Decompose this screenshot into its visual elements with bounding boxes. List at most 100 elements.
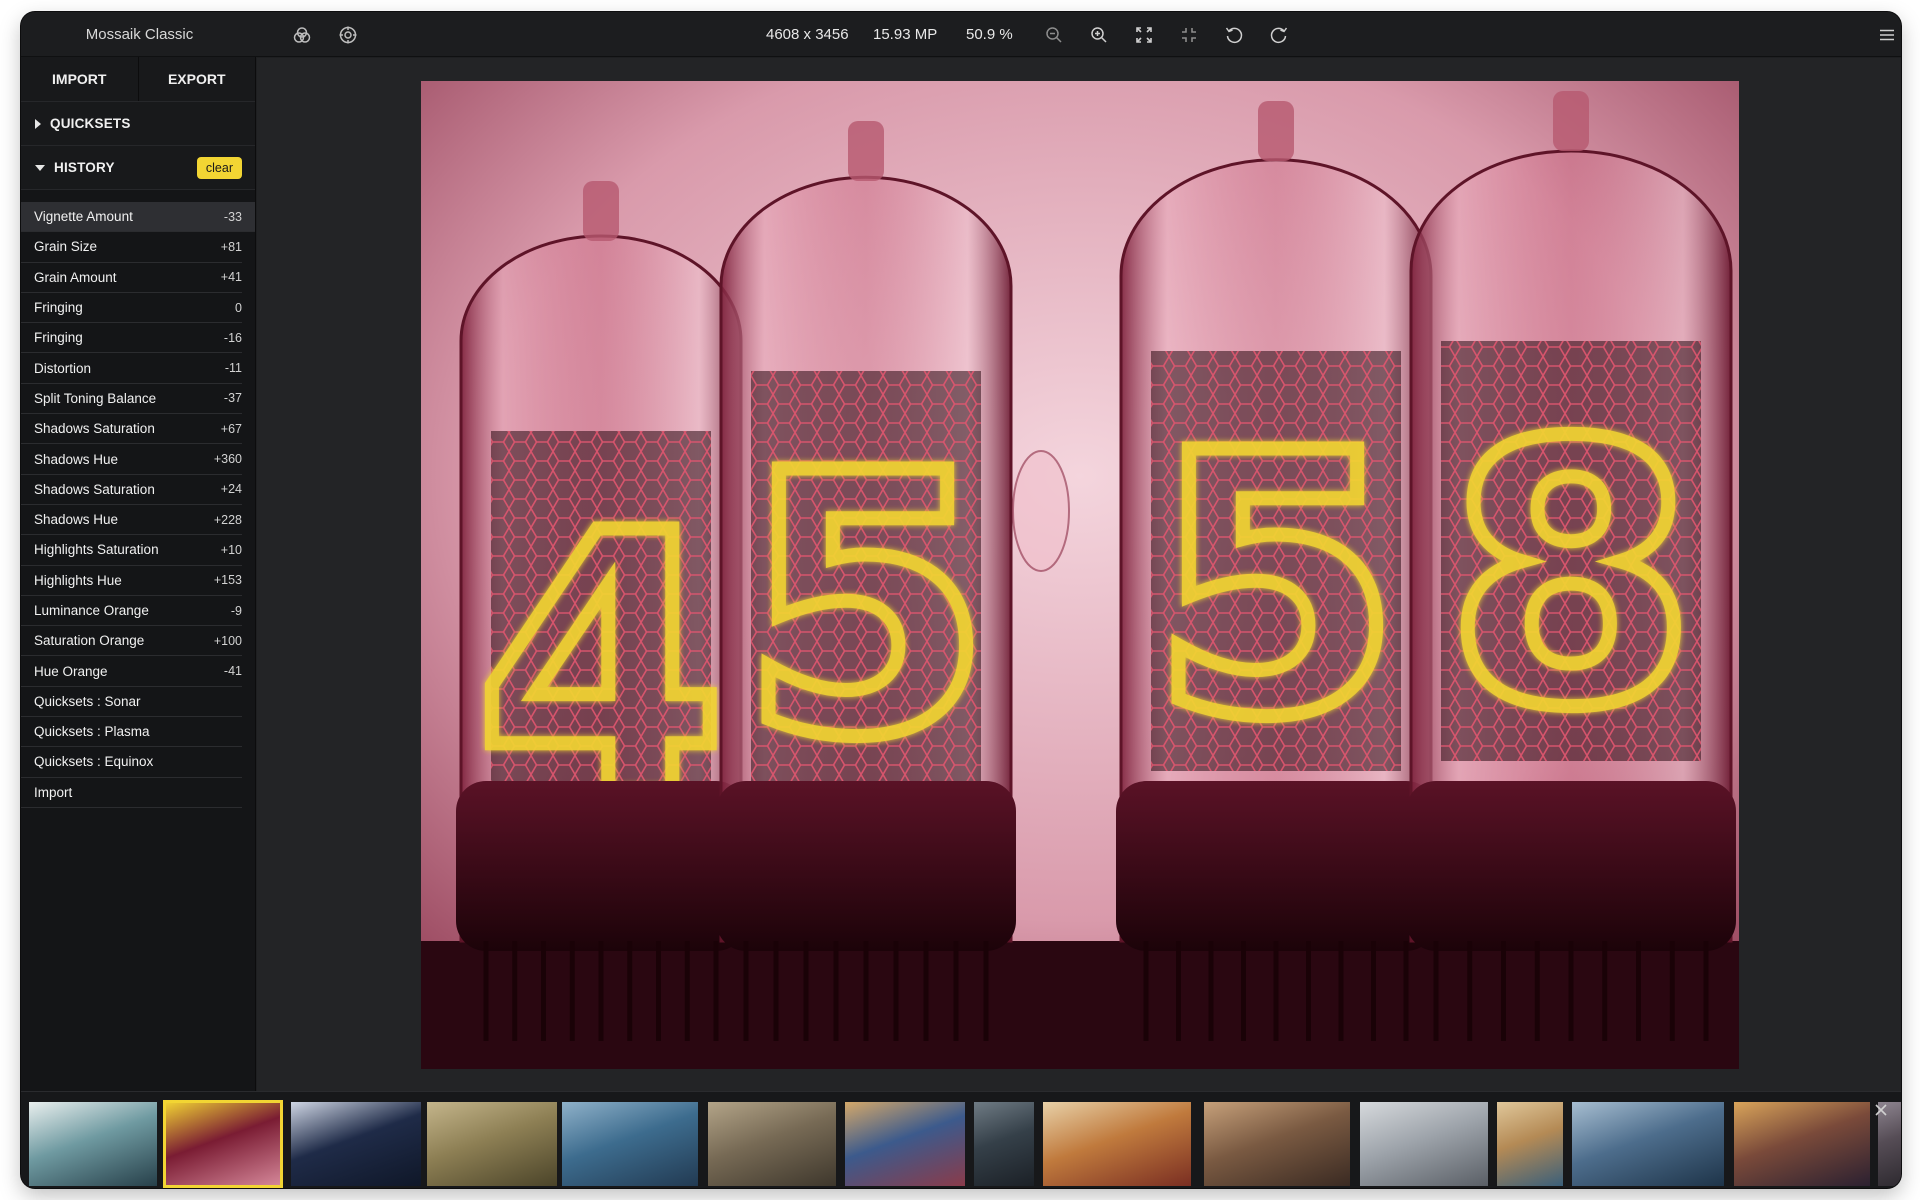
matryoshka-thumb[interactable] <box>1043 1102 1191 1186</box>
street-art-thumb[interactable] <box>845 1102 965 1186</box>
history-item-name: Shadows Saturation <box>34 421 155 437</box>
history-item[interactable]: Quicksets : Plasma <box>21 717 242 748</box>
filmstrip <box>21 1091 1901 1188</box>
history-item[interactable]: Shadows Hue +360 <box>21 444 242 475</box>
history-item-name: Shadows Saturation <box>34 481 155 497</box>
history-item-name: Grain Amount <box>34 269 117 285</box>
history-item-name: Vignette Amount <box>34 209 133 225</box>
history-item-name: Distortion <box>34 360 92 376</box>
history-item-name: Highlights Saturation <box>34 542 159 558</box>
ocean-wave-thumb[interactable] <box>29 1102 157 1186</box>
history-item-name: Split Toning Balance <box>34 390 157 406</box>
app-window: Mossaik Classic 4608 x 3456 15.93 MP 50.… <box>21 12 1901 1188</box>
menu-icon[interactable] <box>1875 23 1899 47</box>
nixie-tube: 5 <box>1116 101 1436 1041</box>
target-icon[interactable] <box>336 23 360 47</box>
nixie-tubes-image: 4558 <box>421 81 1739 1069</box>
zoom-out-icon[interactable] <box>1042 23 1066 47</box>
history-item[interactable]: Vignette Amount -33 <box>21 202 255 233</box>
history-item[interactable]: Import <box>21 778 242 808</box>
bare-tree-thumb[interactable] <box>1360 1102 1488 1186</box>
tab-export[interactable]: EXPORT <box>137 57 255 101</box>
history-item-value: +67 <box>220 421 242 436</box>
history-item-value: -11 <box>224 361 242 376</box>
history-item-name: Luminance Orange <box>34 603 149 618</box>
history-item[interactable]: Quicksets : Sonar <box>21 687 242 718</box>
cathedral-thumb[interactable] <box>1734 1102 1870 1186</box>
blue-house-thumb[interactable] <box>562 1102 698 1186</box>
history-item[interactable]: Highlights Hue +153 <box>21 566 242 596</box>
history-item[interactable]: Hue Orange -41 <box>21 656 242 687</box>
rotate-left-icon[interactable] <box>1222 23 1246 47</box>
wheat-field-thumb[interactable] <box>427 1102 557 1186</box>
quicksets-header[interactable]: QUICKSETS <box>21 102 255 146</box>
image-dimensions: 4608 x 3456 <box>766 26 849 43</box>
history-item-name: Quicksets : Equinox <box>34 754 154 770</box>
history-item[interactable]: Split Toning Balance -37 <box>21 384 242 415</box>
history-item-value: +10 <box>220 542 242 557</box>
fit-screen-icon[interactable] <box>1132 23 1156 47</box>
empty-room-thumb[interactable] <box>708 1102 836 1186</box>
history-item-name: Hue Orange <box>34 663 108 679</box>
close-icon[interactable] <box>1871 1100 1891 1120</box>
nixie-tube: 4 <box>456 181 746 1041</box>
history-item-value: -41 <box>223 664 242 679</box>
history-item[interactable]: Fringing 0 <box>21 293 242 324</box>
nixie-tube: 5 <box>716 121 1016 1041</box>
camel-thumb[interactable] <box>1497 1102 1563 1186</box>
night-tents-thumb[interactable] <box>291 1102 421 1186</box>
history-item-value: -9 <box>230 603 242 618</box>
history-item-value: +360 <box>213 452 242 467</box>
history-item-value: -33 <box>223 209 242 224</box>
main-photo[interactable]: 4558 <box>421 81 1739 1069</box>
history-item-name: Grain Size <box>34 239 98 255</box>
history-item[interactable]: Shadows Hue +228 <box>21 505 242 536</box>
dark-alley-thumb[interactable] <box>974 1102 1034 1186</box>
history-item-name: Shadows Hue <box>34 451 119 467</box>
history-item-name: Quicksets : Sonar <box>34 693 141 709</box>
history-item-value: +24 <box>220 482 242 497</box>
history-item[interactable]: Luminance Orange -9 <box>21 596 242 627</box>
history-item-value: +228 <box>213 512 242 527</box>
history-item[interactable]: Shadows Saturation +24 <box>21 475 242 505</box>
history-item-value: +100 <box>213 633 242 648</box>
market-thumb[interactable] <box>1204 1102 1350 1186</box>
history-item[interactable]: Grain Amount +41 <box>21 263 242 293</box>
history-item[interactable]: Quicksets : Equinox <box>21 747 242 778</box>
sidebar-tabs: IMPORT EXPORT <box>21 57 255 102</box>
history-item-value: +81 <box>220 239 242 254</box>
image-canvas[interactable]: 4558 <box>257 58 1901 1091</box>
history-list: Vignette Amount -33 Grain Size +81 Grain Amo… <box>21 190 255 808</box>
sidebar: IMPORT EXPORT QUICKSETS HISTORY clear Vi… <box>21 57 256 1091</box>
history-item-name: Quicksets : Plasma <box>34 724 150 740</box>
zoom-in-icon[interactable] <box>1087 23 1111 47</box>
nixie-tube: 8 <box>1406 91 1736 1041</box>
history-item[interactable]: Highlights Saturation +10 <box>21 535 242 566</box>
history-item-name: Fringing <box>34 300 83 316</box>
zoom-level: 50.9 % <box>966 26 1013 43</box>
history-item[interactable]: Shadows Saturation +67 <box>21 414 242 445</box>
history-item-value: -37 <box>223 391 242 406</box>
nixie-tubes-thumb[interactable] <box>163 1100 283 1188</box>
history-item-value: 0 <box>235 300 242 315</box>
history-item-name: Import <box>34 784 73 800</box>
nixie-digit: 8 <box>1446 367 1697 786</box>
history-item[interactable]: Distortion -11 <box>21 353 242 384</box>
lake-balloon-thumb[interactable] <box>1572 1102 1724 1186</box>
history-item[interactable]: Saturation Orange +100 <box>21 626 242 657</box>
history-item-value: +153 <box>213 573 242 588</box>
nixie-digit: 5 <box>741 397 992 816</box>
clear-history-button[interactable]: clear <box>196 157 242 179</box>
rotate-right-icon[interactable] <box>1267 23 1291 47</box>
color-circles-icon[interactable] <box>290 23 314 47</box>
history-item[interactable]: Fringing -16 <box>21 323 242 354</box>
caret-right-icon <box>35 118 41 129</box>
history-item-value: -16 <box>223 330 242 345</box>
collapse-icon[interactable] <box>1177 23 1201 47</box>
app-title: Mossaik Classic <box>85 26 194 43</box>
tab-import[interactable]: IMPORT <box>21 57 138 101</box>
history-header[interactable]: HISTORY clear <box>21 146 255 190</box>
caret-down-icon <box>35 164 45 171</box>
history-item-name: Fringing <box>34 330 83 346</box>
history-item[interactable]: Grain Size +81 <box>21 232 242 263</box>
